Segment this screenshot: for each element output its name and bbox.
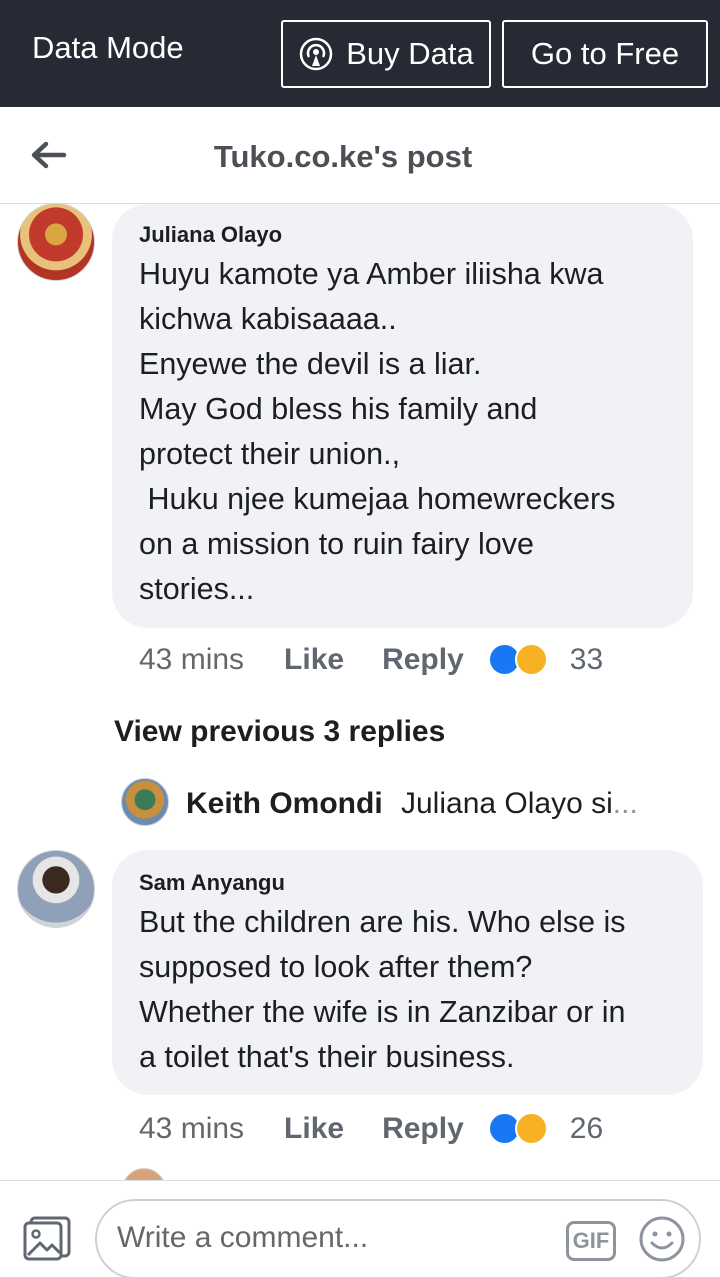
page-title: Tuko.co.ke's post bbox=[213, 139, 473, 174]
go-to-free-label: Go to Free bbox=[530, 36, 680, 71]
comment-time: 43 mins bbox=[139, 643, 245, 676]
reply-snippet: Juliana Olayo si bbox=[401, 787, 613, 820]
comment-actions: 43 mins Like Reply 26 bbox=[139, 1112, 603, 1146]
data-mode-label: Data Mode bbox=[32, 30, 184, 65]
reaction-count: 33 bbox=[569, 643, 604, 676]
reply-button[interactable]: Reply bbox=[382, 643, 464, 677]
comment-placeholder: Write a comment... bbox=[117, 1221, 369, 1254]
avatar[interactable] bbox=[17, 850, 95, 928]
go-to-free-button[interactable]: Go to Free bbox=[502, 20, 708, 88]
comment-actions: 43 mins Like Reply 33 bbox=[139, 643, 603, 677]
gif-button[interactable]: GIF bbox=[566, 1221, 616, 1261]
like-button[interactable]: Like bbox=[284, 643, 344, 677]
comment-composer: Write a comment... GIF bbox=[0, 1180, 720, 1277]
avatar[interactable] bbox=[121, 778, 169, 826]
photo-icon[interactable] bbox=[22, 1215, 72, 1261]
comment-input[interactable]: Write a comment... GIF bbox=[95, 1199, 701, 1277]
reaction-count: 26 bbox=[569, 1112, 604, 1145]
haha-reaction-icon bbox=[514, 643, 548, 676]
buy-data-button[interactable]: Buy Data bbox=[281, 20, 491, 88]
emoji-icon[interactable] bbox=[638, 1215, 686, 1263]
view-previous-replies[interactable]: View previous 3 replies bbox=[114, 715, 445, 749]
reply-button[interactable]: Reply bbox=[382, 1112, 464, 1146]
comment-author[interactable]: Juliana Olayo bbox=[139, 222, 282, 248]
buy-data-label: Buy Data bbox=[346, 36, 474, 71]
latest-reply[interactable]: Keith Omondi Juliana Olayo si... bbox=[186, 787, 676, 821]
reactions[interactable] bbox=[487, 643, 552, 677]
comment-time: 43 mins bbox=[139, 1112, 245, 1145]
avatar[interactable] bbox=[17, 203, 95, 281]
data-mode-bar: Data Mode Buy Data Go to Free bbox=[0, 0, 720, 107]
comment-text: Huyu kamote ya Amber iliisha kwa kichwa … bbox=[139, 257, 616, 606]
reply-author: Keith Omondi bbox=[186, 787, 383, 820]
comment-author[interactable]: Sam Anyangu bbox=[139, 870, 285, 896]
broadcast-icon bbox=[299, 37, 333, 71]
like-button[interactable]: Like bbox=[284, 1112, 344, 1146]
comment-text: But the children are his. Who else is su… bbox=[139, 905, 626, 1074]
haha-reaction-icon bbox=[514, 1112, 548, 1145]
reply-ellipsis: ... bbox=[612, 787, 638, 820]
post-header: Tuko.co.ke's post bbox=[0, 107, 720, 204]
reactions[interactable] bbox=[487, 1112, 552, 1146]
